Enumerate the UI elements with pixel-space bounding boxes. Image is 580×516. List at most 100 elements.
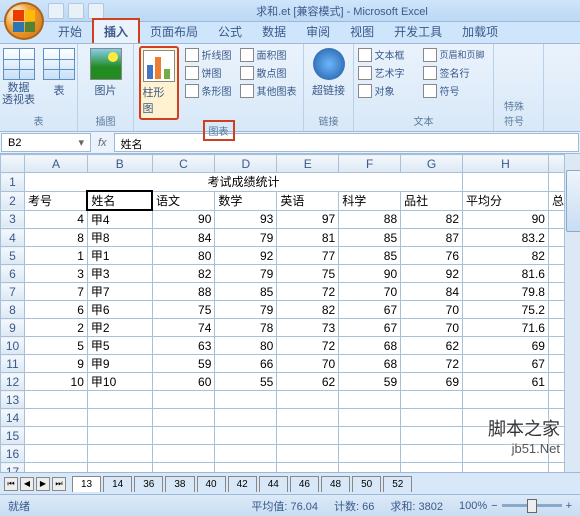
title-bar: 求和.et [兼容模式] - Microsoft Excel bbox=[0, 0, 580, 22]
name-box[interactable]: B2▾ bbox=[1, 133, 91, 152]
row-2[interactable]: 2 bbox=[1, 191, 25, 210]
tab-data[interactable]: 数据 bbox=[252, 20, 296, 43]
sheet-tab[interactable]: 14 bbox=[103, 476, 132, 492]
col-E[interactable]: E bbox=[277, 155, 339, 173]
sheet-tab[interactable]: 48 bbox=[321, 476, 350, 492]
col-B[interactable]: B bbox=[87, 155, 152, 173]
sheet-nav-button[interactable]: ⏮ bbox=[4, 477, 18, 491]
table-row[interactable]: 77甲7888572708479.8 bbox=[1, 283, 580, 301]
col-F[interactable]: F bbox=[339, 155, 401, 173]
row-header[interactable]: 7 bbox=[1, 283, 25, 301]
zoom-control[interactable]: 100% − + bbox=[459, 500, 572, 512]
sheet-tab[interactable]: 42 bbox=[228, 476, 257, 492]
table-row[interactable]: 92甲2747873677071.6 bbox=[1, 319, 580, 337]
sheet-tab[interactable]: 36 bbox=[134, 476, 163, 492]
quick-access-toolbar bbox=[48, 3, 104, 19]
select-all[interactable] bbox=[1, 155, 25, 173]
fx-icon[interactable]: fx bbox=[98, 137, 107, 149]
dropdown-icon[interactable]: ▾ bbox=[78, 136, 84, 149]
row-header[interactable]: 6 bbox=[1, 265, 25, 283]
pie-chart-icon bbox=[185, 66, 199, 80]
row-1[interactable]: 1 bbox=[1, 173, 25, 192]
sheet-nav-button[interactable]: ▶ bbox=[36, 477, 50, 491]
symbol-button[interactable]: 符号 bbox=[421, 82, 485, 99]
row-header[interactable]: 13 bbox=[1, 391, 25, 409]
table-label: 表 bbox=[54, 82, 65, 98]
zoom-out-icon[interactable]: − bbox=[491, 500, 497, 512]
sheet-nav-button[interactable]: ⏭ bbox=[52, 477, 66, 491]
formula-input[interactable]: 姓名 bbox=[114, 133, 579, 152]
column-chart-button[interactable]: 柱形图 bbox=[139, 46, 179, 120]
bar-chart-button[interactable]: 条形图 bbox=[183, 82, 234, 99]
ribbon: 数据 透视表 表 表 图片 插图 柱形图 折线图 饼图 条形图 面积图 散点图 … bbox=[0, 44, 580, 132]
table-row[interactable]: 119甲9596670687267 bbox=[1, 355, 580, 373]
row-header[interactable]: 11 bbox=[1, 355, 25, 373]
row-header[interactable]: 14 bbox=[1, 409, 25, 427]
object-button[interactable]: 对象 bbox=[356, 82, 420, 99]
undo-icon[interactable] bbox=[68, 3, 84, 19]
tab-review[interactable]: 审阅 bbox=[296, 20, 340, 43]
tab-developer[interactable]: 开发工具 bbox=[384, 20, 452, 43]
header-footer-icon bbox=[423, 48, 437, 62]
row-header[interactable]: 10 bbox=[1, 337, 25, 355]
line-chart-button[interactable]: 折线图 bbox=[183, 46, 234, 63]
redo-icon[interactable] bbox=[88, 3, 104, 19]
sheet-tab[interactable]: 50 bbox=[352, 476, 381, 492]
scatter-chart-button[interactable]: 散点图 bbox=[238, 64, 299, 81]
row-header[interactable]: 9 bbox=[1, 319, 25, 337]
tab-formulas[interactable]: 公式 bbox=[208, 20, 252, 43]
sheet-tab[interactable]: 46 bbox=[290, 476, 319, 492]
textbox-button[interactable]: 文本框 bbox=[356, 46, 420, 63]
pie-chart-button[interactable]: 饼图 bbox=[183, 64, 234, 81]
table-row[interactable]: 34甲4909397888290 bbox=[1, 210, 580, 229]
table-button[interactable]: 表 bbox=[41, 46, 77, 108]
area-chart-icon bbox=[240, 48, 254, 62]
sheet-tabs-bar: ⏮◀▶⏭ 1314363840424446485052 bbox=[0, 472, 580, 494]
other-chart-button[interactable]: 其他图表 bbox=[238, 82, 299, 99]
table-row[interactable]: 48甲8847981858783.2 bbox=[1, 229, 580, 247]
row-header[interactable]: 4 bbox=[1, 229, 25, 247]
table-row[interactable]: 51甲1809277857682 bbox=[1, 247, 580, 265]
tab-layout[interactable]: 页面布局 bbox=[140, 20, 208, 43]
col-C[interactable]: C bbox=[152, 155, 215, 173]
col-G[interactable]: G bbox=[401, 155, 463, 173]
wordart-button[interactable]: 艺术字 bbox=[356, 64, 420, 81]
row-header[interactable]: 17 bbox=[1, 463, 25, 473]
zoom-in-icon[interactable]: + bbox=[566, 500, 572, 512]
row-header[interactable]: 5 bbox=[1, 247, 25, 265]
col-H[interactable]: H bbox=[463, 155, 549, 173]
row-header[interactable]: 12 bbox=[1, 373, 25, 391]
sheet-tab[interactable]: 38 bbox=[165, 476, 194, 492]
picture-button[interactable]: 图片 bbox=[88, 46, 124, 100]
title-cell[interactable]: 考试成绩统计 bbox=[25, 173, 463, 192]
table-row[interactable]: 63甲3827975909281.6 bbox=[1, 265, 580, 283]
pivot-table-button[interactable]: 数据 透视表 bbox=[0, 46, 37, 108]
tab-addins[interactable]: 加载项 bbox=[452, 20, 508, 43]
tab-insert[interactable]: 插入 bbox=[92, 18, 140, 43]
tab-view[interactable]: 视图 bbox=[340, 20, 384, 43]
row-header[interactable]: 8 bbox=[1, 301, 25, 319]
row-header[interactable]: 16 bbox=[1, 445, 25, 463]
sheet-tab[interactable]: 44 bbox=[259, 476, 288, 492]
tab-home[interactable]: 开始 bbox=[48, 20, 92, 43]
row-header[interactable]: 15 bbox=[1, 427, 25, 445]
area-chart-button[interactable]: 面积图 bbox=[238, 46, 299, 63]
header-footer-button[interactable]: 页眉和页脚 bbox=[421, 46, 489, 63]
vertical-scrollbar[interactable] bbox=[564, 154, 580, 472]
sheet-tab[interactable]: 52 bbox=[383, 476, 412, 492]
table-row[interactable]: 86甲6757982677075.2 bbox=[1, 301, 580, 319]
table-row[interactable]: 105甲5638072686269 bbox=[1, 337, 580, 355]
row-header[interactable]: 3 bbox=[1, 210, 25, 229]
col-A[interactable]: A bbox=[25, 155, 88, 173]
sheet-tab[interactable]: 40 bbox=[197, 476, 226, 492]
save-icon[interactable] bbox=[48, 3, 64, 19]
signature-button[interactable]: 签名行 bbox=[421, 64, 485, 81]
col-D[interactable]: D bbox=[215, 155, 277, 173]
sheet-nav-button[interactable]: ◀ bbox=[20, 477, 34, 491]
table-row[interactable]: 1210甲10605562596961 bbox=[1, 373, 580, 391]
zoom-slider[interactable] bbox=[502, 504, 562, 507]
selected-cell[interactable]: 姓名 bbox=[87, 191, 152, 210]
hyperlink-button[interactable]: 超链接 bbox=[310, 46, 347, 100]
sheet-tab[interactable]: 13 bbox=[72, 476, 101, 492]
office-button[interactable] bbox=[4, 2, 44, 40]
